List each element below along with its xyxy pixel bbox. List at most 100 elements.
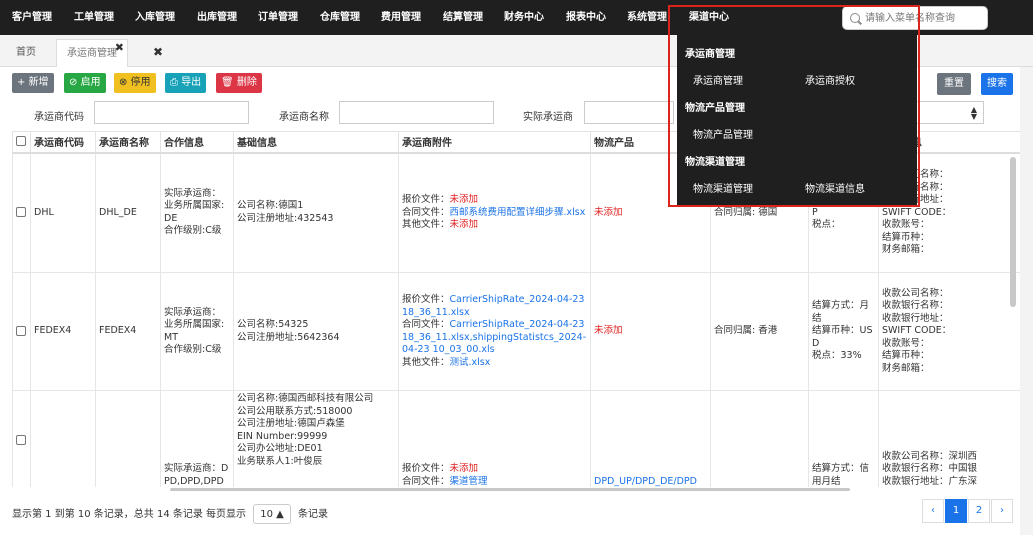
cell-payment: 收款公司名称：深圳西 收款银行名称：中国银 收款银行地址：广东深 bbox=[878, 390, 1020, 487]
other-file-value: 未添加 bbox=[449, 219, 479, 230]
reset-button[interactable]: 重置 bbox=[937, 73, 971, 95]
menu-item-channel-info[interactable]: 物流渠道信息 bbox=[805, 180, 865, 195]
close-icon[interactable]: ✖ bbox=[115, 34, 124, 62]
add-button[interactable]: + 新增 bbox=[12, 73, 54, 93]
enable-button[interactable]: ⊘ 启用 bbox=[64, 73, 106, 93]
contract-file-link[interactable]: 渠道管理 bbox=[450, 476, 488, 487]
nav-orders[interactable]: 订单管理 bbox=[258, 0, 298, 35]
app-root: 客户管理 工单管理 入库管理 出库管理 订单管理 仓库管理 费用管理 结算管理 … bbox=[0, 0, 1033, 535]
quote-file-label: 报价文件： bbox=[402, 294, 450, 305]
cell-region: 合同归属: 香港 bbox=[710, 272, 809, 391]
cell-product[interactable]: DPD_UP/DPD_DE/DPD bbox=[590, 390, 711, 487]
quote-file-label: 报价文件： bbox=[402, 194, 450, 205]
select-all-checkbox-cell[interactable] bbox=[12, 131, 31, 154]
search-icon bbox=[850, 13, 860, 23]
pagination-info: 显示第 1 到第 10 条记录，总共 14 条记录 每页显示 10 ▲ 条记录 bbox=[12, 504, 328, 524]
carrier-code-label: 承运商代码 bbox=[34, 112, 84, 123]
nav-outbound[interactable]: 出库管理 bbox=[197, 0, 237, 35]
cell-name: DHL_DE bbox=[95, 152, 161, 273]
cell-code: DHL bbox=[30, 152, 96, 273]
other-file-label: 其他文件： bbox=[402, 356, 450, 368]
other-file-label: 其他文件： bbox=[402, 219, 450, 230]
menu-item-channel-management[interactable]: 物流渠道管理 bbox=[693, 180, 753, 195]
delete-button[interactable]: 🗑 删除 bbox=[216, 73, 262, 93]
prev-page-button[interactable]: ‹ bbox=[922, 499, 944, 523]
nav-reports[interactable]: 报表中心 bbox=[566, 0, 606, 35]
cell-attachments: 报价文件：未添加 合同文件：西邮系统费用配置详细步骤.xlsx 其他文件：未添加 bbox=[398, 152, 591, 273]
cell-coop: 实际承运商：业务所属国家:MT 合作级别:C级 bbox=[160, 272, 234, 391]
cell-region bbox=[710, 390, 809, 487]
other-file-link[interactable]: 测试.xlsx bbox=[450, 357, 491, 368]
vertical-scrollbar[interactable] bbox=[1010, 157, 1016, 307]
close-all-tabs-icon[interactable]: ✖ bbox=[148, 42, 168, 62]
dropdown-group-product: 物流产品管理 bbox=[685, 103, 745, 114]
menu-search-input[interactable] bbox=[865, 9, 985, 27]
cell-basic: 公司名称:德国西邮科技有限公司 公司公用联系方式:518000 公司注册地址:德… bbox=[233, 390, 399, 487]
cell-product: 未添加 bbox=[590, 272, 711, 391]
top-nav: 客户管理 工单管理 入库管理 出库管理 订单管理 仓库管理 费用管理 结算管理 … bbox=[0, 0, 1033, 35]
row-checkbox[interactable] bbox=[16, 434, 26, 445]
cell-name bbox=[95, 390, 161, 487]
search-button[interactable]: 搜索 bbox=[981, 73, 1013, 95]
carrier-code-input[interactable] bbox=[94, 101, 249, 124]
actual-carrier-label: 实际承运商 bbox=[523, 112, 573, 123]
menu-item-product-management[interactable]: 物流产品管理 bbox=[693, 126, 753, 141]
col-attachments: 承运商附件 bbox=[398, 131, 591, 154]
pagination-info-suffix: 条记录 bbox=[298, 509, 329, 520]
tab-home[interactable]: 首页 bbox=[6, 39, 46, 67]
col-coop-info: 合作信息 bbox=[160, 131, 234, 154]
col-carrier-name: 承运商名称 bbox=[95, 131, 161, 154]
cell-basic: 公司名称:德国1 公司注册地址:432543 bbox=[233, 152, 399, 273]
cell-coop: 实际承运商：业务所属国家:DE 合作级别:C级 bbox=[160, 152, 234, 273]
page-size-select[interactable]: 10 ▲ bbox=[253, 504, 291, 524]
nav-channel[interactable]: 渠道中心 bbox=[689, 0, 729, 35]
cell-settle: 结算方式：信用月结 bbox=[808, 390, 879, 487]
contract-file-label: 合同文件： bbox=[402, 475, 450, 487]
channel-center-dropdown: 承运商管理 承运商管理 承运商授权 物流产品管理 物流产品管理 物流渠道管理 物… bbox=[677, 35, 917, 205]
quote-file-label: 报价文件： bbox=[402, 463, 450, 474]
row-checkbox-cell[interactable] bbox=[12, 272, 31, 391]
page-2-button[interactable]: 2 bbox=[968, 499, 990, 523]
row-checkbox-cell[interactable] bbox=[12, 152, 31, 273]
nav-inbound[interactable]: 入库管理 bbox=[135, 0, 175, 35]
horizontal-scrollbar[interactable] bbox=[170, 488, 850, 491]
col-basic-info: 基础信息 bbox=[233, 131, 399, 154]
menu-search bbox=[842, 6, 988, 30]
actual-carrier-input[interactable] bbox=[584, 101, 674, 124]
dropdown-group-carrier: 承运商管理 bbox=[685, 49, 735, 60]
menu-item-carrier-management[interactable]: 承运商管理 bbox=[693, 72, 743, 87]
nav-fees[interactable]: 费用管理 bbox=[381, 0, 421, 35]
row-checkbox[interactable] bbox=[16, 207, 26, 217]
cell-attachments: 报价文件：CarrierShipRate_2024-04-2318_36_11.… bbox=[398, 272, 591, 391]
page-1-button[interactable]: 1 bbox=[945, 499, 967, 523]
carrier-name-label: 承运商名称 bbox=[279, 112, 329, 123]
nav-warehouse[interactable]: 仓库管理 bbox=[320, 0, 360, 35]
nav-customer[interactable]: 客户管理 bbox=[12, 0, 52, 35]
cell-settle: 结算方式：月结 结算币种：USD 税点：33% bbox=[808, 272, 879, 391]
select-all-checkbox[interactable] bbox=[16, 136, 26, 147]
nav-workorder[interactable]: 工单管理 bbox=[74, 0, 114, 35]
quote-file-value: 未添加 bbox=[449, 194, 479, 205]
cell-coop: 实际承运商：DPD,DPD,DPD bbox=[160, 390, 234, 487]
table-row: FEDEX4 FEDEX4 实际承运商：业务所属国家:MT 合作级别:C级 公司… bbox=[12, 272, 1020, 391]
cell-name: FEDEX4 bbox=[95, 272, 161, 391]
tab-carrier-management[interactable]: 承运商管理 ✖ bbox=[56, 39, 128, 67]
contract-file-link[interactable]: 西邮系统费用配置详细步骤.xlsx bbox=[450, 207, 586, 218]
menu-item-carrier-authorization[interactable]: 承运商授权 bbox=[805, 72, 855, 87]
nav-finance[interactable]: 财务中心 bbox=[504, 0, 544, 35]
row-checkbox[interactable] bbox=[16, 325, 26, 336]
row-checkbox-cell[interactable] bbox=[12, 390, 31, 487]
contract-file-label: 合同文件： bbox=[402, 206, 450, 218]
nav-settlement[interactable]: 结算管理 bbox=[443, 0, 483, 35]
cell-attachments: 报价文件：未添加 合同文件：渠道管理 bbox=[398, 390, 591, 487]
cell-basic: 公司名称:54325 公司注册地址:5642364 bbox=[233, 272, 399, 391]
carrier-name-input[interactable] bbox=[339, 101, 494, 124]
nav-system[interactable]: 系统管理 bbox=[627, 0, 667, 35]
col-carrier-code: 承运商代码 bbox=[30, 131, 96, 154]
contract-file-label: 合同文件： bbox=[402, 319, 450, 330]
next-page-button[interactable]: › bbox=[991, 499, 1013, 523]
disable-button[interactable]: ⊗ 停用 bbox=[114, 73, 156, 93]
quote-file-value: 未添加 bbox=[449, 463, 479, 474]
dropdown-group-channel: 物流渠道管理 bbox=[685, 157, 745, 168]
export-button[interactable]: ⎙ 导出 bbox=[165, 73, 207, 93]
